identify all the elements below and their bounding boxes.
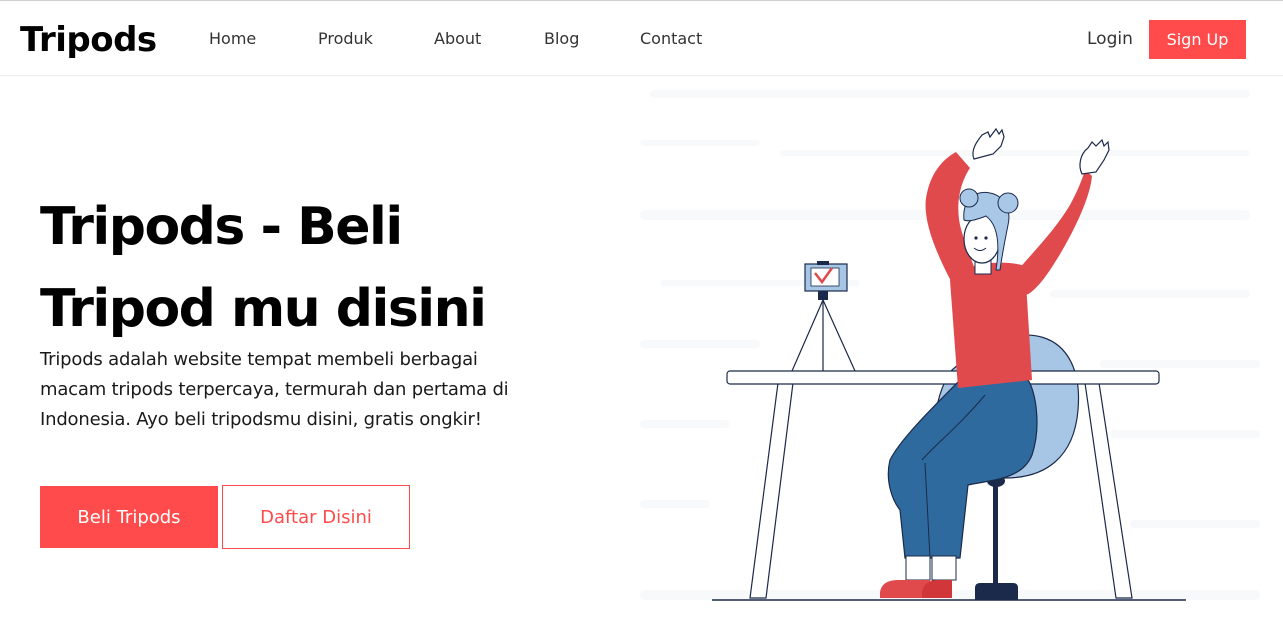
hand-right-icon [1079,138,1110,175]
chair-stem [993,482,998,587]
arm-right [1018,170,1092,295]
chair-base [975,583,1018,600]
hero-title-line-2: Tripod mu disini [40,279,487,339]
navbar: Tripods Home Produk About Blog Contact L… [0,0,1283,76]
desk-top [726,370,1160,385]
login-link[interactable]: Login [1087,29,1133,49]
tripod-icon [791,299,856,372]
beli-tripods-button[interactable]: Beli Tripods [40,486,218,548]
nav-link-produk[interactable]: Produk [318,29,373,49]
nav-link-blog[interactable]: Blog [544,29,579,49]
signup-button[interactable]: Sign Up [1149,20,1246,59]
shirt [950,262,1032,388]
person-waving-at-camera-illustration [640,90,1260,601]
nav-link-home[interactable]: Home [209,29,256,49]
daftar-disini-button[interactable]: Daftar Disini [222,485,410,549]
pants [887,379,1038,559]
hero-title-line-1: Tripods - Beli [40,197,403,257]
nav-link-about[interactable]: About [434,29,481,49]
hero-title: Tripods - Beli Tripod mu disini [40,186,600,350]
hero-description: Tripods adalah website tempat membeli be… [40,349,509,430]
desk-leg-left [749,382,794,599]
brand-logo[interactable]: Tripods [20,20,157,60]
desk-leg-right [1084,382,1133,599]
nav-link-contact[interactable]: Contact [640,29,702,49]
